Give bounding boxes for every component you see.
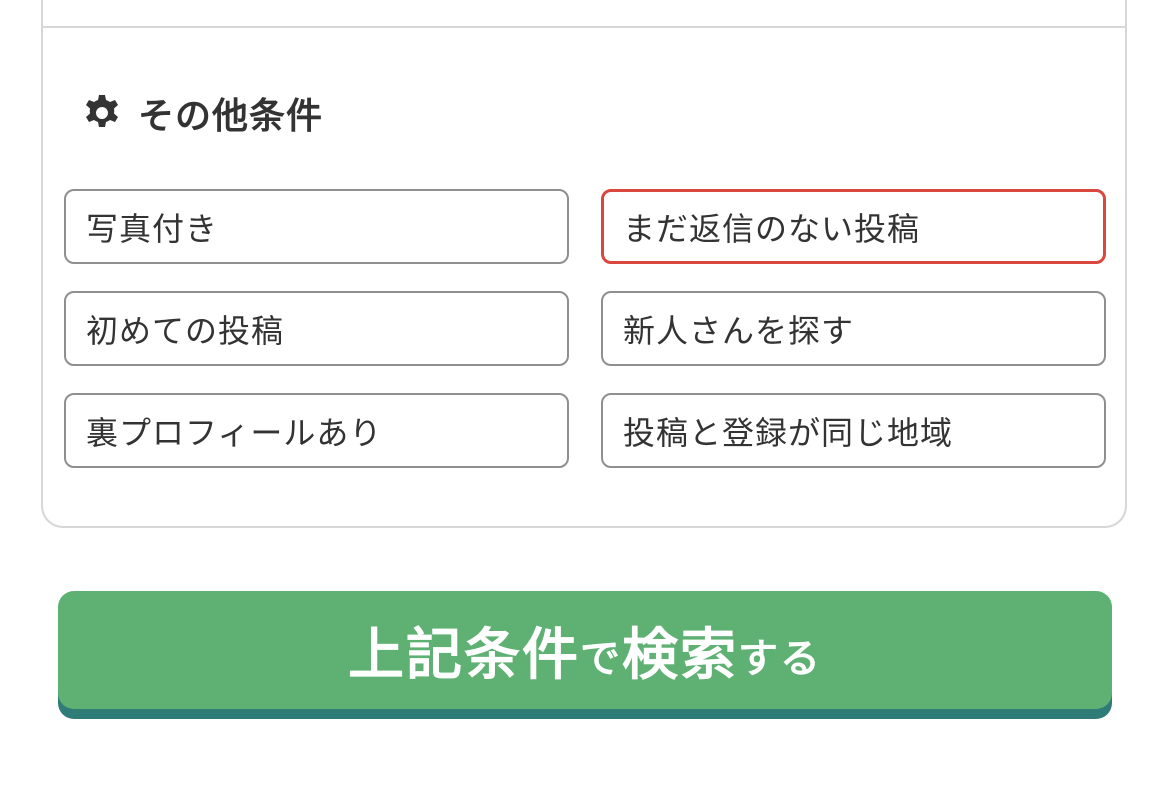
option-first-post[interactable]: 初めての投稿 xyxy=(64,291,569,366)
search-button[interactable]: 上記条件 で 検索 する xyxy=(58,591,1112,709)
option-no-reply-yet[interactable]: まだ返信のない投稿 xyxy=(601,189,1106,264)
option-with-photo[interactable]: 写真付き xyxy=(64,189,569,264)
search-button-text-3: 検索 xyxy=(622,622,738,688)
search-button-text-2: で xyxy=(580,636,622,682)
option-hidden-profile[interactable]: 裏プロフィールあり xyxy=(64,393,569,468)
gear-icon xyxy=(82,93,122,133)
section-header: その他条件 xyxy=(82,88,323,138)
section-divider xyxy=(41,26,1127,28)
search-button-text-4: する xyxy=(738,636,822,682)
option-same-region[interactable]: 投稿と登録が同じ地域 xyxy=(601,393,1106,468)
option-find-newcomers[interactable]: 新人さんを探す xyxy=(601,291,1106,366)
section-title: その他条件 xyxy=(138,96,324,137)
search-button-text-1: 上記条件 xyxy=(348,622,580,688)
